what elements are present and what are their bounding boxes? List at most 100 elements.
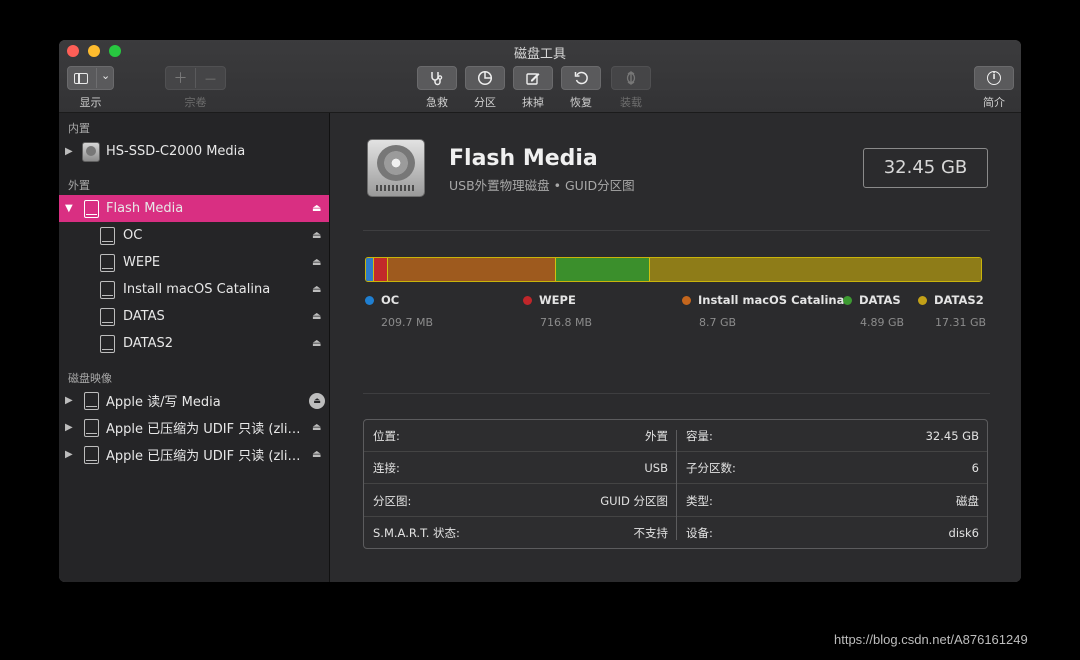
sidebar-item-label: Apple 读/写 Media	[106, 395, 221, 410]
sidebar-item-volume[interactable]: OC ⏏	[59, 222, 329, 249]
legend-item: DATAS2	[918, 293, 984, 307]
eject-icon[interactable]: ⏏	[309, 392, 325, 409]
partition-segment[interactable]	[554, 258, 650, 281]
sidebar-item-label: Flash Media	[106, 201, 184, 216]
erase-label: 抹掉	[522, 96, 544, 109]
info-row-scheme: 分区图: GUID 分区图	[364, 485, 676, 517]
sidebar-item-label: DATAS2	[123, 336, 174, 351]
section-disk-images: 磁盘映像	[68, 372, 112, 385]
sidebar-item-label: Apple 已压缩为 UDIF 只读 (zlib...	[106, 449, 302, 464]
legend-name: DATAS2	[934, 293, 984, 307]
sidebar-item-volume[interactable]: DATAS2 ⏏	[59, 330, 329, 357]
legend-name: WEPE	[539, 293, 576, 307]
partition-segment[interactable]	[372, 258, 388, 281]
legend-size: 716.8 MB	[540, 316, 593, 329]
remove-volume-button[interactable]: —	[196, 72, 225, 85]
legend-dot	[365, 295, 374, 305]
partition-segment[interactable]	[649, 258, 981, 281]
disclosure-down-icon[interactable]: ▼	[65, 203, 73, 214]
legend-dot	[918, 295, 927, 305]
sidebar-item-label: WEPE	[123, 255, 161, 270]
disk-image-icon	[84, 391, 99, 410]
section-internal: 内置	[68, 122, 90, 135]
view-label: 显示	[79, 96, 102, 109]
info-key: 设备:	[686, 526, 713, 540]
legend-name: DATAS	[859, 293, 901, 307]
eject-icon[interactable]: ⏏	[312, 449, 321, 460]
disclosure-right-icon[interactable]: ▶	[65, 449, 73, 460]
disk-name: Flash Media	[449, 146, 598, 171]
volume-icon	[100, 307, 115, 326]
legend-size: 17.31 GB	[935, 316, 987, 329]
eject-icon[interactable]: ⏏	[312, 203, 321, 214]
info-value: USB	[644, 460, 668, 475]
erase-icon	[526, 73, 540, 85]
disclosure-right-icon[interactable]: ▶	[65, 422, 73, 433]
partition-segment[interactable]	[366, 258, 373, 281]
sidebar-item-disk-image[interactable]: ▶ Apple 已压缩为 UDIF 只读 (zlib... ⏏	[59, 414, 329, 441]
disk-capacity-box: 32.45 GB	[863, 148, 988, 188]
restore-button[interactable]	[561, 66, 601, 90]
sidebar-item-volume[interactable]: WEPE ⏏	[59, 249, 329, 276]
disk-info-table: 位置: 外置 连接: USB 分区图: GUID 分区图 S.M.A.R.T. …	[363, 419, 988, 549]
legend-item: OC	[365, 293, 399, 307]
info-key: S.M.A.R.T. 状态:	[373, 526, 460, 540]
info-label: 简介	[983, 96, 1005, 109]
volume-icon	[100, 280, 115, 299]
sidebar-item-volume[interactable]: Install macOS Catalina ⏏	[59, 276, 329, 303]
info-value: 外置	[645, 428, 668, 443]
sidebar-item-label: DATAS	[123, 309, 165, 324]
disclosure-right-icon[interactable]: ▶	[65, 146, 73, 157]
mount-button[interactable]	[611, 66, 651, 90]
add-volume-button[interactable]: ＋	[166, 68, 196, 88]
view-button[interactable]: ⌄	[67, 66, 114, 90]
eject-icon[interactable]: ⏏	[312, 311, 321, 322]
disclosure-right-icon[interactable]: ▶	[65, 395, 73, 406]
erase-button[interactable]	[513, 66, 553, 90]
restore-icon	[574, 71, 588, 85]
info-key: 连接:	[373, 460, 400, 475]
sidebar-item-flash-media[interactable]: ▼ Flash Media ⏏	[59, 195, 329, 222]
window-title: 磁盘工具	[513, 47, 566, 62]
partition-button[interactable]	[465, 66, 505, 90]
info-value: GUID 分区图	[600, 493, 668, 508]
info-row-connection: 连接: USB	[364, 452, 676, 484]
info-key: 容量:	[686, 428, 713, 443]
eject-icon[interactable]: ⏏	[312, 422, 321, 433]
eject-icon[interactable]: ⏏	[312, 230, 321, 241]
sidebar-item-label: Install macOS Catalina	[123, 282, 271, 297]
legend-size: 4.89 GB	[860, 316, 905, 329]
legend-dot	[523, 295, 532, 305]
disk-image-icon	[84, 445, 99, 464]
pie-icon	[477, 70, 493, 86]
first-aid-button[interactable]	[417, 66, 457, 90]
external-drive-icon	[84, 199, 99, 218]
restore-label: 恢复	[570, 96, 592, 109]
legend-size: 209.7 MB	[381, 316, 434, 329]
sidebar-item-volume[interactable]: DATAS ⏏	[59, 303, 329, 330]
chevron-down-icon: ⌄	[101, 68, 111, 82]
volume-buttons: ＋ —	[165, 66, 226, 90]
info-key: 类型:	[686, 493, 713, 508]
partition-segment[interactable]	[387, 258, 555, 281]
first-aid-label: 急救	[426, 96, 448, 109]
legend-dot	[682, 295, 691, 305]
info-key: 分区图:	[373, 493, 412, 508]
eject-icon[interactable]: ⏏	[312, 257, 321, 268]
legend-name: OC	[381, 293, 400, 307]
info-button[interactable]: i	[974, 66, 1014, 90]
disk-image-icon	[84, 418, 99, 437]
divider	[363, 393, 990, 394]
info-row-device: 设备: disk6	[677, 517, 987, 549]
eject-icon[interactable]: ⏏	[312, 338, 321, 349]
legend-size: 8.7 GB	[699, 316, 737, 329]
info-row-smart: S.M.A.R.T. 状态: 不支持	[364, 517, 676, 549]
disk-description: USB外置物理磁盘 • GUID分区图	[449, 178, 635, 193]
info-row-type: 类型: 磁盘	[677, 485, 987, 517]
sidebar-item-disk-image[interactable]: ▶ Apple 读/写 Media ⏏	[59, 387, 329, 414]
sidebar-item-disk-image[interactable]: ▶ Apple 已压缩为 UDIF 只读 (zlib... ⏏	[59, 441, 329, 468]
sidebar-item-internal-disk[interactable]: ▶ HS-SSD-C2000 Media	[59, 138, 329, 165]
eject-icon[interactable]: ⏏	[312, 284, 321, 295]
disk-detail-panel: Flash Media USB外置物理磁盘 • GUID分区图 32.45 GB…	[330, 113, 1021, 582]
info-icon: i	[987, 71, 1001, 85]
